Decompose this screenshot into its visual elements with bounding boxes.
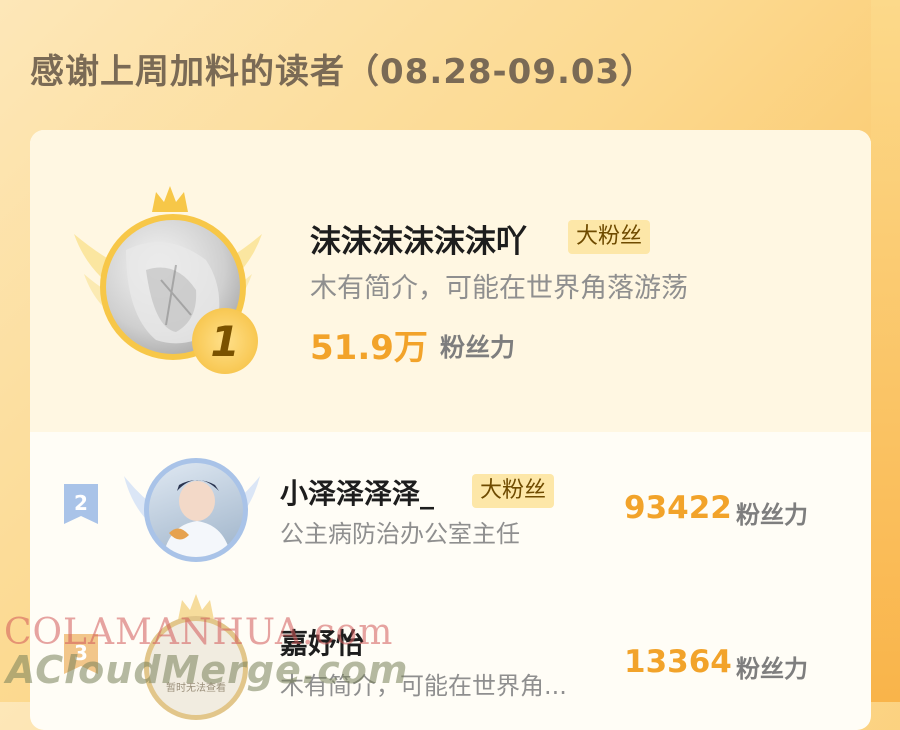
watermark-colamanhua: COLAMANHUA.com (4, 612, 394, 653)
fan-power-score: 13364 (624, 644, 732, 680)
fan-power-label: 粉丝力 (736, 655, 808, 683)
rank-2-flag: 2 (64, 484, 98, 524)
avatar[interactable] (144, 458, 248, 562)
fan-level-badge: 大粉丝 (568, 220, 651, 254)
crown-icon (152, 186, 188, 212)
reader-bio: 木有简介，可能在世界角落游荡 (310, 273, 688, 304)
rank-2-number: 2 (74, 491, 88, 515)
fan-level-badge: 大粉丝 (472, 474, 555, 508)
fan-power-label: 粉丝力 (440, 333, 516, 362)
right-edge (871, 0, 900, 702)
rank-1-medal: 1 (192, 308, 258, 374)
fan-power-score: 51.9万 (310, 328, 428, 368)
reader-name[interactable]: 沫沫沫沫沫沫吖 (310, 216, 527, 261)
top-reader-row[interactable]: 1 沫沫沫沫沫沫吖 大粉丝 木有简介，可能在世界角落游荡 51.9万 粉丝力 (30, 130, 871, 432)
fan-power-score: 93422 (624, 490, 732, 526)
fan-power-label: 粉丝力 (736, 501, 808, 529)
page-title: 感谢上周加料的读者（08.28-09.03） (30, 52, 656, 92)
watermark-acloudmerge: ACloudMerge.com (6, 648, 409, 692)
reader-bio: 公主病防治办公室主任 (280, 520, 520, 548)
reader-name[interactable]: 小泽泽泽泽_ (280, 472, 434, 512)
avatar-illustration (163, 480, 231, 557)
